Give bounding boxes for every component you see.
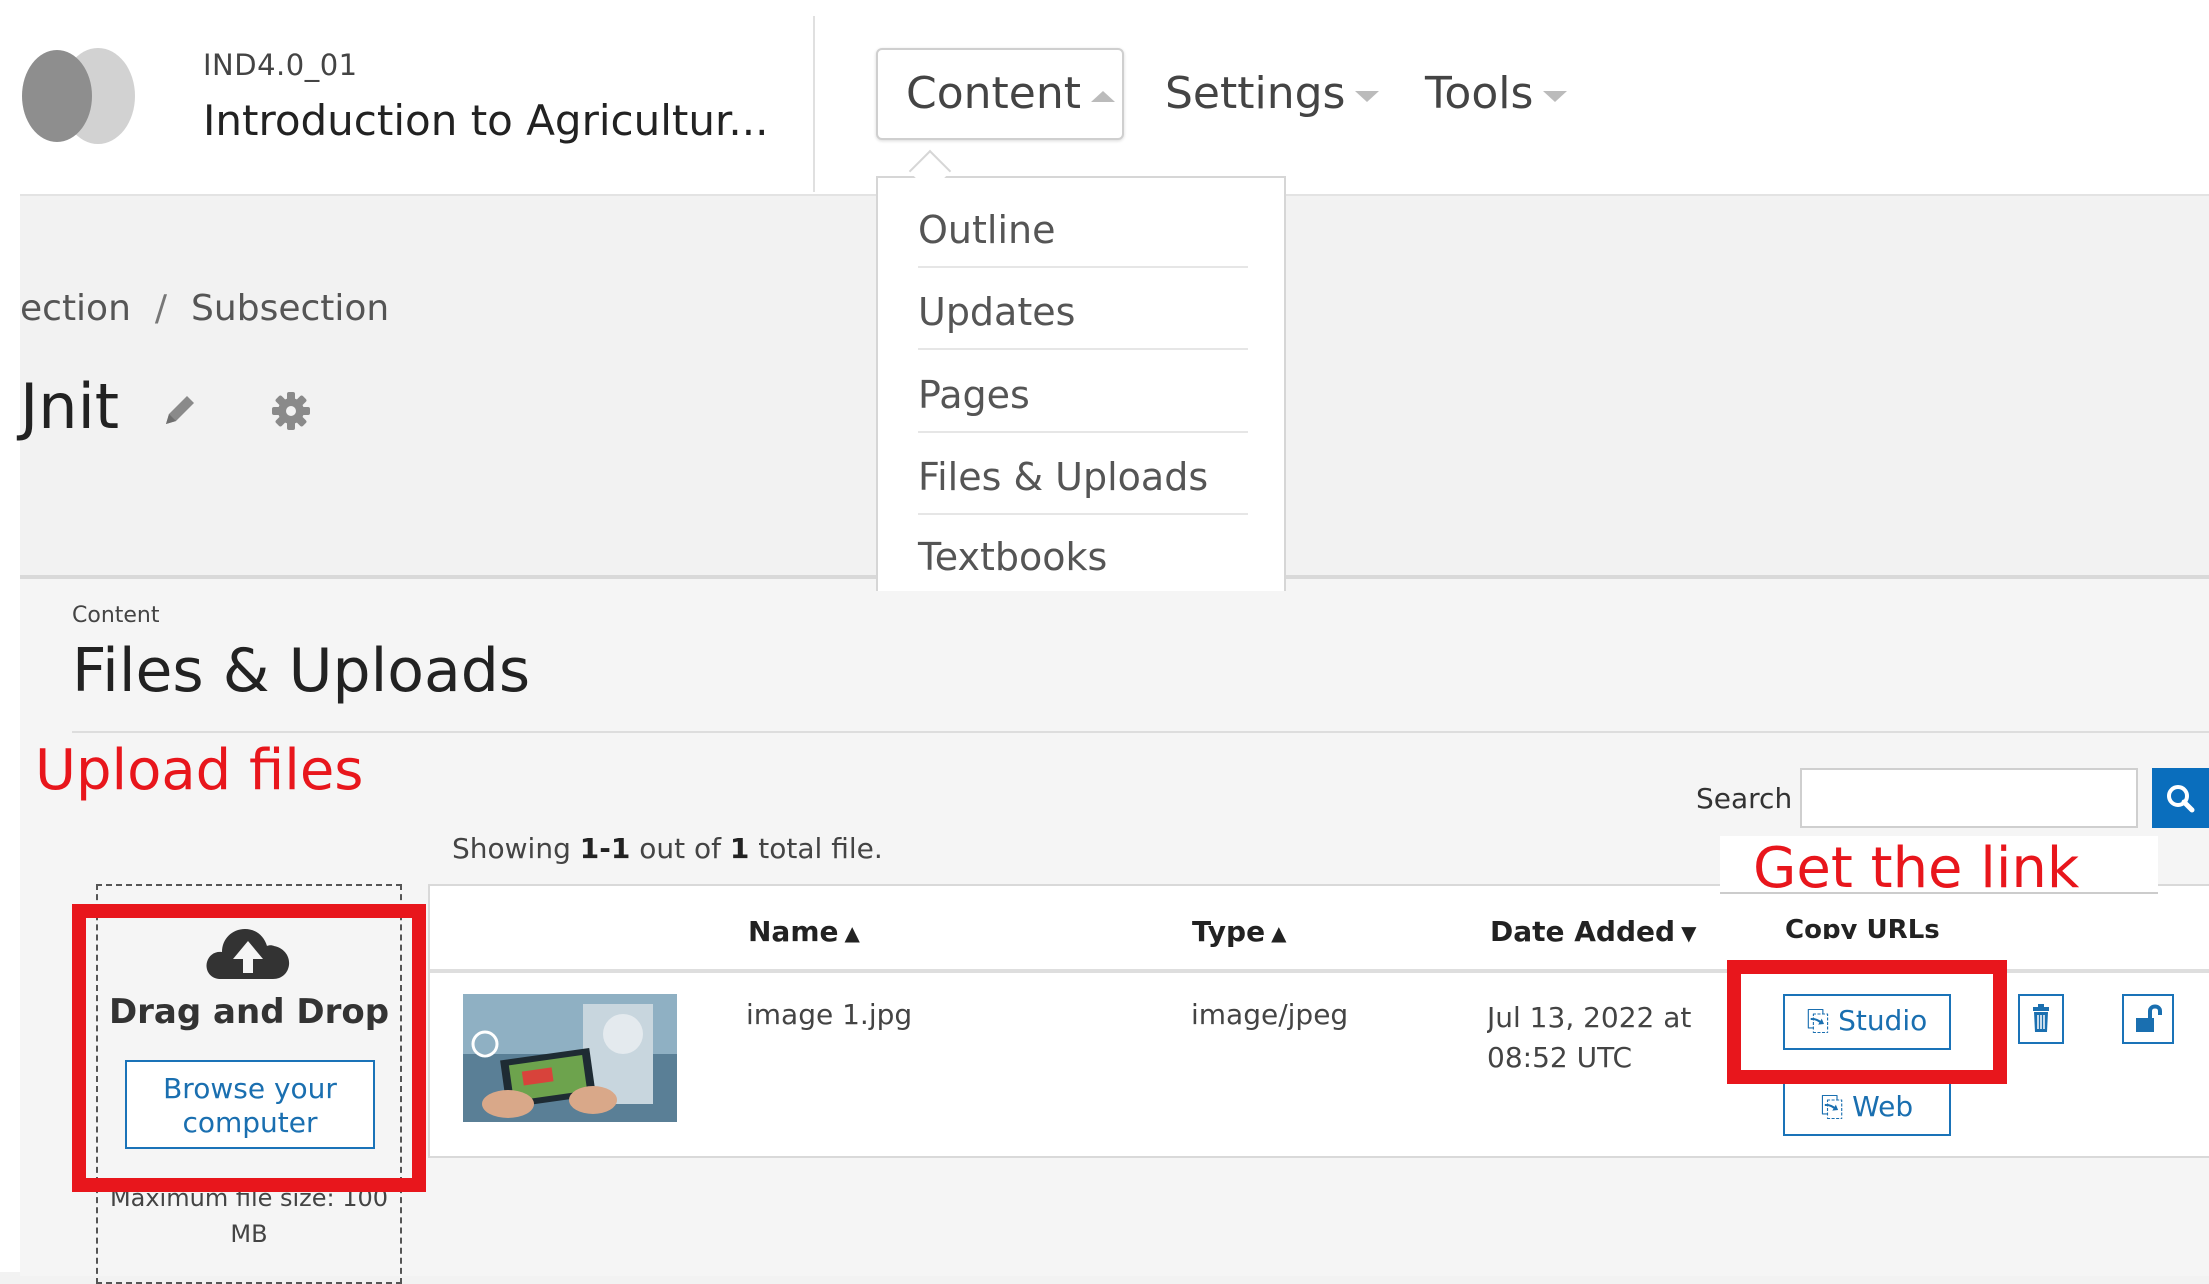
caret-up-icon	[1091, 90, 1115, 102]
search-button[interactable]	[2152, 768, 2209, 828]
course-title[interactable]: Introduction to Agricultur...	[203, 96, 768, 145]
summary-prefix: Showing	[452, 832, 580, 865]
summary-total: 1	[729, 832, 750, 865]
lock-toggle-button[interactable]	[2122, 994, 2174, 1044]
breadcrumb-subsection[interactable]: Subsection	[191, 288, 389, 329]
trash-icon	[2033, 1004, 2049, 1032]
delete-file-button[interactable]	[2018, 994, 2064, 1044]
annotation-box-link	[1727, 960, 2007, 1084]
pencil-icon[interactable]	[160, 390, 200, 430]
unit-title: Jnit	[20, 370, 120, 443]
file-name: image 1.jpg	[746, 998, 913, 1031]
caret-down-icon	[1543, 90, 1568, 102]
sort-icon: ▲︎	[1271, 921, 1287, 945]
column-header-name[interactable]: Name ▲︎	[748, 915, 860, 948]
nav-tools-label: Tools	[1425, 68, 1534, 119]
results-summary: Showing 1-1 out of 1 total file.	[452, 832, 883, 865]
logo-shape-front	[22, 50, 92, 142]
menu-item-outline[interactable]: Outline	[918, 208, 1248, 268]
copy-web-url-button[interactable]: ⎘ Web	[1783, 1080, 1951, 1136]
caret-down-icon	[1355, 90, 1380, 102]
content-dropdown-menu: Outline Updates Pages Files & Uploads Te…	[876, 176, 1286, 591]
summary-middle: out of	[630, 832, 730, 865]
sort-icon: ▲︎	[844, 921, 860, 945]
header-divider	[813, 16, 815, 192]
search-input[interactable]	[1800, 768, 2138, 828]
summary-suffix: total file.	[749, 832, 883, 865]
search-icon	[2167, 785, 2195, 813]
column-header-date[interactable]: Date Added ▼︎	[1490, 915, 1696, 948]
breadcrumb: ection / Subsection	[20, 288, 389, 329]
nav-content-button[interactable]: Content	[876, 48, 1124, 140]
left-edge	[0, 0, 20, 1272]
nav-settings-button[interactable]: Settings	[1165, 68, 1380, 119]
file-thumbnail[interactable]	[463, 994, 677, 1122]
column-header-type[interactable]: Type ▲︎	[1192, 915, 1286, 948]
annotation-box-upload	[72, 904, 426, 1192]
menu-item-updates[interactable]: Updates	[918, 290, 1248, 350]
web-label: Web	[1852, 1090, 1914, 1123]
top-strip	[0, 0, 2209, 12]
menu-item-files-uploads[interactable]: Files & Uploads	[918, 455, 1248, 515]
column-header-copy-urls: Copy URLs	[1785, 915, 1940, 939]
column-name-label: Name	[748, 915, 839, 948]
title-divider	[72, 731, 2209, 733]
page-title: Files & Uploads	[72, 636, 531, 706]
course-org: IND4.0_01	[203, 48, 358, 82]
nav-settings-label: Settings	[1165, 68, 1346, 119]
breadcrumb-section[interactable]: ection	[20, 288, 131, 329]
menu-item-pages[interactable]: Pages	[918, 373, 1248, 433]
copy-icon: ⎘	[1820, 1090, 1844, 1123]
column-date-label: Date Added	[1490, 915, 1676, 948]
page-section-label: Content	[72, 603, 160, 628]
search-label: Search	[1696, 782, 1793, 815]
file-type: image/jpeg	[1191, 998, 1349, 1031]
gear-icon[interactable]	[270, 390, 312, 432]
column-type-label: Type	[1192, 915, 1266, 948]
nav-content-label: Content	[906, 68, 1081, 119]
unlock-icon	[2136, 1004, 2162, 1032]
summary-range: 1-1	[579, 832, 631, 865]
nav-tools-button[interactable]: Tools	[1425, 68, 1568, 119]
sort-desc-icon: ▼︎	[1681, 921, 1697, 945]
menu-item-textbooks[interactable]: Textbooks	[918, 535, 1248, 591]
annotation-upload-files: Upload files	[35, 738, 364, 803]
annotation-get-link: Get the link	[1753, 836, 2080, 901]
breadcrumb-separator: /	[154, 288, 168, 329]
file-date-added: Jul 13, 2022 at 08:52 UTC	[1487, 1001, 1692, 1074]
